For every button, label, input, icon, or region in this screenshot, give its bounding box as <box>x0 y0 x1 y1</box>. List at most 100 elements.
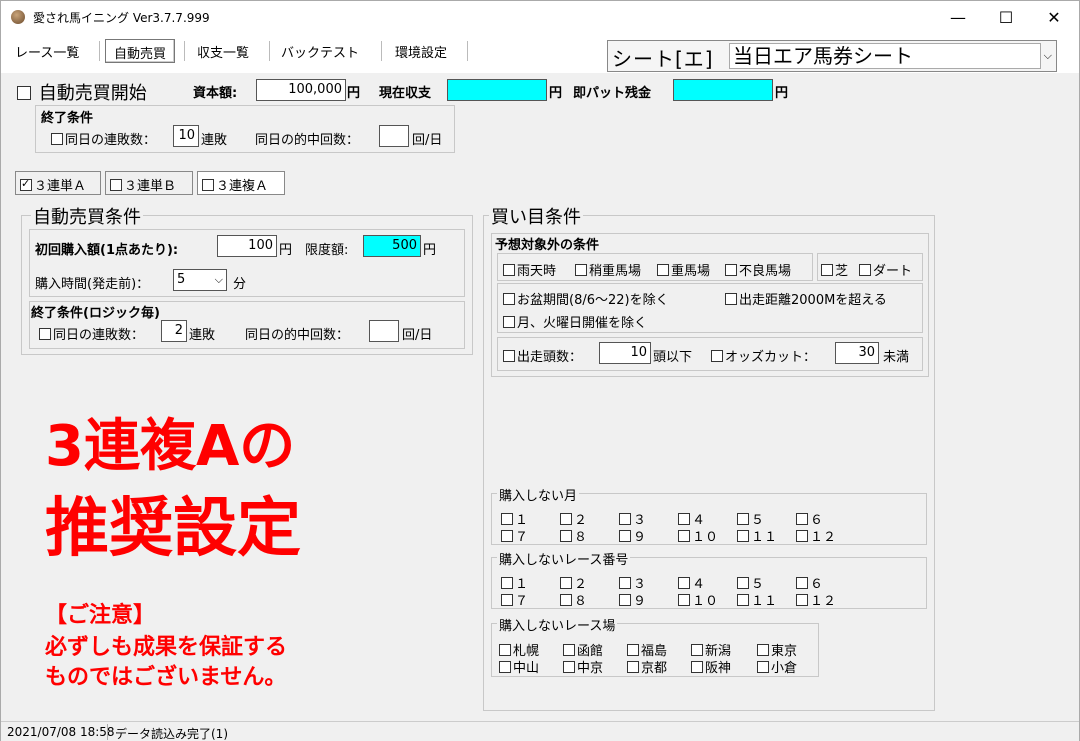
no-buy-track-checkbox-8[interactable]: 京都 <box>627 657 667 676</box>
no-buy-race-checkbox-9[interactable]: ９ <box>619 590 646 609</box>
checkbox-icon[interactable] <box>499 644 511 656</box>
checkbox-icon[interactable] <box>678 577 690 589</box>
tab-race-list[interactable]: レース一覧 <box>7 39 87 63</box>
checkbox-icon[interactable] <box>725 293 737 305</box>
no-buy-month-checkbox-11[interactable]: １１ <box>737 526 777 545</box>
odds-cut-input[interactable]: 30 <box>835 342 879 364</box>
checkbox-icon[interactable] <box>560 513 572 525</box>
no-buy-race-checkbox-12[interactable]: １２ <box>796 590 836 609</box>
tab-backtest[interactable]: バックテスト <box>273 39 367 63</box>
checkbox-icon[interactable] <box>503 264 515 276</box>
checkbox-icon[interactable] <box>657 264 669 276</box>
checkbox-icon[interactable] <box>503 293 515 305</box>
checkbox-icon[interactable] <box>619 530 631 542</box>
checkbox-icon[interactable] <box>627 661 639 673</box>
hit-count-input[interactable] <box>379 125 409 147</box>
obon-checkbox[interactable]: お盆期間(8/6〜22)を除く <box>503 289 669 308</box>
checkbox-icon[interactable] <box>737 577 749 589</box>
checkbox-icon[interactable] <box>619 594 631 606</box>
checkbox-icon[interactable] <box>202 179 214 191</box>
checkbox-icon[interactable] <box>501 530 513 542</box>
first-buy-input[interactable]: 100 <box>217 235 277 257</box>
checkbox-icon[interactable] <box>627 644 639 656</box>
checkbox-icon[interactable] <box>691 661 703 673</box>
checkbox-icon[interactable] <box>503 350 515 362</box>
chevron-down-icon[interactable]: ⌵ <box>1044 49 1052 63</box>
logic-hit-count-input[interactable] <box>369 320 399 342</box>
limit-input[interactable]: 500 <box>363 235 421 257</box>
consec-loss-checkbox[interactable]: 同日の連敗数： <box>51 129 156 148</box>
checkbox-icon[interactable] <box>563 661 575 673</box>
tab-balance-list[interactable]: 収支一覧 <box>189 39 257 63</box>
checkbox-icon[interactable] <box>796 513 808 525</box>
checkbox-icon[interactable] <box>619 513 631 525</box>
runners-checkbox[interactable]: 出走頭数： <box>503 346 582 365</box>
no-buy-month-checkbox-12[interactable]: １２ <box>796 526 836 545</box>
checkbox-icon[interactable] <box>17 86 31 100</box>
checkbox-icon[interactable] <box>711 350 723 362</box>
mon-tue-checkbox[interactable]: 月、火曜日開催を除く <box>503 312 647 331</box>
checkbox-icon[interactable] <box>503 316 515 328</box>
checkbox-icon[interactable] <box>796 594 808 606</box>
no-buy-month-checkbox-8[interactable]: ８ <box>560 526 587 545</box>
no-buy-month-checkbox-10[interactable]: １０ <box>678 526 718 545</box>
no-buy-track-checkbox-9[interactable]: 阪神 <box>691 657 731 676</box>
odds-cut-checkbox[interactable]: オッズカット： <box>711 346 816 365</box>
checkbox-icon[interactable] <box>691 644 703 656</box>
checkbox-icon[interactable] <box>560 594 572 606</box>
no-buy-track-checkbox-10[interactable]: 小倉 <box>757 657 797 676</box>
checkbox-icon[interactable] <box>501 577 513 589</box>
checkbox-icon[interactable] <box>678 594 690 606</box>
checkbox-icon[interactable] <box>859 264 871 276</box>
checkbox-icon[interactable] <box>110 179 122 191</box>
capital-input[interactable]: 100,000 <box>256 79 346 101</box>
checkbox-icon[interactable] <box>737 530 749 542</box>
checkbox-icon[interactable] <box>737 594 749 606</box>
checkbox-icon[interactable] <box>678 513 690 525</box>
tab-auto-trade[interactable]: 自動売買 <box>105 39 176 63</box>
no-buy-track-checkbox-7[interactable]: 中京 <box>563 657 603 676</box>
no-buy-track-checkbox-6[interactable]: 中山 <box>499 657 539 676</box>
checkbox-icon[interactable] <box>563 644 575 656</box>
heavy-checkbox[interactable]: 重馬場 <box>657 260 710 279</box>
no-buy-race-checkbox-8[interactable]: ８ <box>560 590 587 609</box>
checkbox-icon[interactable] <box>796 530 808 542</box>
chevron-down-icon[interactable]: ⌵ <box>215 270 223 290</box>
checkbox-icon[interactable] <box>619 577 631 589</box>
turf-checkbox[interactable]: 芝 <box>821 260 848 279</box>
dirt-checkbox[interactable]: ダート <box>859 260 912 279</box>
checkbox-icon[interactable] <box>575 264 587 276</box>
no-buy-race-checkbox-11[interactable]: １１ <box>737 590 777 609</box>
logic-consec-loss-checkbox[interactable]: 同日の連敗数： <box>39 324 144 343</box>
close-button[interactable]: ✕ <box>1031 1 1077 33</box>
no-buy-race-checkbox-10[interactable]: １０ <box>678 590 718 609</box>
checkbox-icon[interactable] <box>560 577 572 589</box>
no-buy-month-checkbox-9[interactable]: ９ <box>619 526 646 545</box>
checkbox-icon[interactable] <box>796 577 808 589</box>
checkbox-icon[interactable] <box>737 513 749 525</box>
checkbox-checked-icon[interactable] <box>20 177 32 191</box>
checkbox-icon[interactable] <box>560 530 572 542</box>
runners-input[interactable]: 10 <box>599 342 651 364</box>
checkbox-icon[interactable] <box>499 661 511 673</box>
sheet-select[interactable]: 当日エア馬券シート <box>729 43 1041 69</box>
auto-trade-start-checkbox[interactable]: 自動売買開始 <box>17 79 147 105</box>
buy-time-select[interactable]: 5 ⌵ <box>173 269 227 291</box>
checkbox-icon[interactable] <box>501 594 513 606</box>
sheet-selector[interactable]: シート[エ] 当日エア馬券シート ⌵ <box>607 40 1057 72</box>
bet-type-trifecta-b[interactable]: ３連単Ｂ <box>105 171 193 195</box>
checkbox-icon[interactable] <box>725 264 737 276</box>
distance-checkbox[interactable]: 出走距離2000Mを超える <box>725 289 887 308</box>
checkbox-icon[interactable] <box>501 513 513 525</box>
minimize-button[interactable]: — <box>935 1 981 33</box>
no-buy-month-checkbox-7[interactable]: ７ <box>501 526 528 545</box>
consec-loss-input[interactable]: 10 <box>173 125 199 147</box>
checkbox-icon[interactable] <box>51 133 63 145</box>
tab-settings[interactable]: 環境設定 <box>387 39 455 63</box>
no-buy-race-checkbox-7[interactable]: ７ <box>501 590 528 609</box>
bet-type-trio-a[interactable]: ３連複Ａ <box>197 171 285 195</box>
bad-track-checkbox[interactable]: 不良馬場 <box>725 260 791 279</box>
slightly-heavy-checkbox[interactable]: 稍重馬場 <box>575 260 641 279</box>
checkbox-icon[interactable] <box>757 661 769 673</box>
rain-checkbox[interactable]: 雨天時 <box>503 260 556 279</box>
